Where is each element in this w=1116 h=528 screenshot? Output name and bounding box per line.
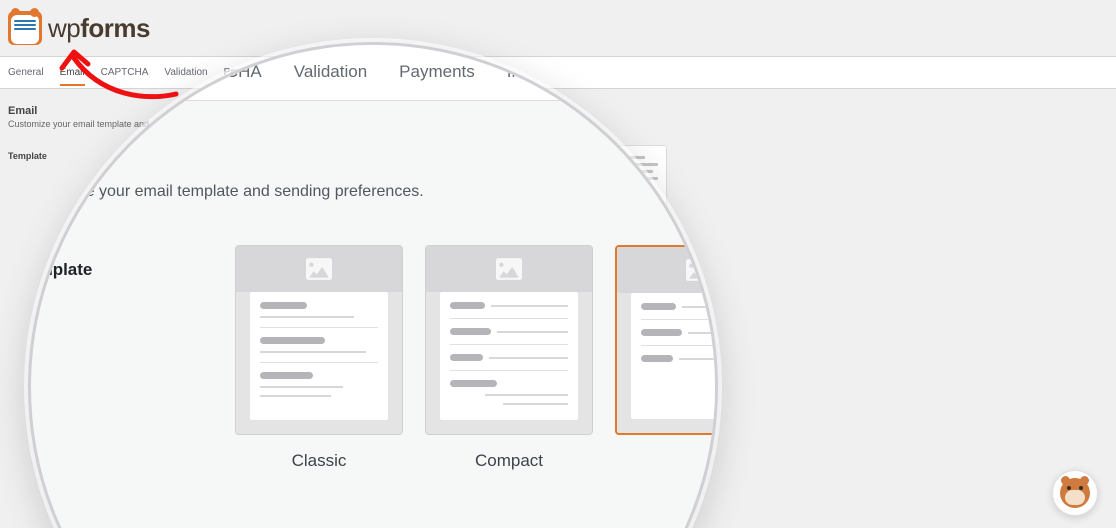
template-selected-wrap (615, 245, 718, 471)
tab-integrations-zoom[interactable]: Integrations (507, 62, 596, 82)
section-title: Email (28, 141, 718, 169)
template-cards: Classic (235, 245, 718, 471)
settings-tabs-zoom: Email CAPTCHA Validation Payments Integr… (28, 42, 718, 101)
wpforms-logo-icon (8, 11, 42, 45)
tab-payments-zoom[interactable]: Payments (399, 62, 475, 82)
template-field-label: Template (28, 245, 235, 280)
template-compact-wrap: Compact (425, 245, 593, 471)
section-description: Customize your email template and sendin… (28, 183, 718, 201)
template-card-classic[interactable] (235, 245, 403, 435)
tab-validation-zoom[interactable]: Validation (294, 62, 367, 82)
image-placeholder-icon (617, 247, 718, 293)
template-card-selected[interactable] (615, 245, 718, 435)
template-card-compact[interactable] (425, 245, 593, 435)
tab-captcha-zoom[interactable]: CAPTCHA (181, 62, 262, 82)
template-compact-label: Compact (475, 451, 543, 471)
magnifier-lens: Email CAPTCHA Validation Payments Integr… (28, 42, 718, 528)
template-classic-label: Classic (292, 451, 347, 471)
image-placeholder-icon (236, 246, 402, 292)
template-classic-wrap: Classic (235, 245, 403, 471)
bear-mascot-icon (1060, 478, 1090, 508)
image-placeholder-icon (426, 246, 592, 292)
help-widget-button[interactable] (1052, 470, 1098, 516)
tab-email-zoom[interactable]: Email (106, 62, 149, 82)
wpforms-logo-text: wpforms (48, 13, 150, 44)
